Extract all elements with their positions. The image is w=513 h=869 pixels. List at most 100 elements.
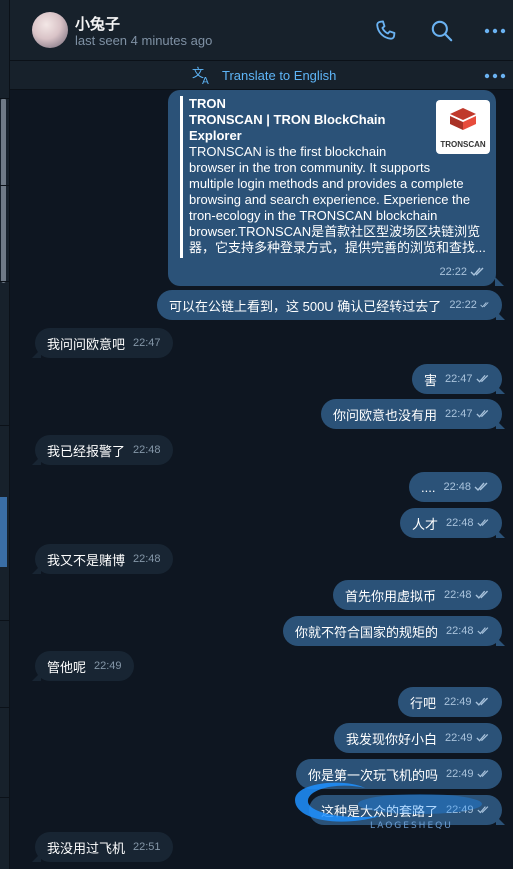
message-text: 你问欧意也没有用 <box>333 407 438 423</box>
link-preview[interactable]: TRON TRONSCAN | TRON BlockChain Explorer… <box>180 96 490 258</box>
message-text: 首先你用虚拟币 <box>345 588 437 604</box>
translate-icon[interactable]: 文 A <box>191 64 213 86</box>
outgoing-message[interactable]: 你问欧意也没有用 22:47 <box>321 399 502 429</box>
contact-name[interactable]: 小兔子 <box>75 13 120 34</box>
divider <box>0 797 9 798</box>
message-text: 你就不符合国家的规矩的 <box>295 624 439 640</box>
translate-bar: 文 A Translate to English <box>10 61 513 90</box>
outgoing-message[interactable]: 这种是大众的套路了 22:49 <box>309 795 502 825</box>
outgoing-message[interactable]: 害 22:47 <box>412 364 502 394</box>
message-time: 22:22 <box>449 299 477 311</box>
outgoing-message[interactable]: 首先你用虚拟币 22:48 <box>333 580 502 610</box>
divider <box>0 620 9 621</box>
scrollbar-thumb[interactable] <box>1 98 6 283</box>
message-time: 22:48 <box>133 444 161 456</box>
message-time: 22:49 <box>445 732 473 744</box>
message-text: 行吧 <box>410 695 437 711</box>
message-time: 22:48 <box>446 625 474 637</box>
message-text: 可以在公链上看到，这 500U 确认已经转过去了 <box>169 298 442 314</box>
bubble-tail <box>495 277 504 286</box>
preview-description-line: multiple login methods and provides a co… <box>189 176 464 191</box>
svg-text:A: A <box>202 76 209 86</box>
incoming-message[interactable]: 管他呢 22:49 <box>35 651 134 681</box>
bubble-tail <box>496 816 505 825</box>
bubble-tail <box>32 565 41 574</box>
more-icon[interactable] <box>482 18 508 44</box>
double-check-icon <box>476 806 488 814</box>
preview-thumbnail-label: TRONSCAN <box>440 140 486 149</box>
preview-description-line: TRONSCAN is the first blockchain <box>189 144 387 159</box>
message-time: 22:49 <box>446 768 474 780</box>
double-check-icon <box>475 697 488 706</box>
bubble-tail <box>496 311 505 320</box>
divider <box>0 98 9 99</box>
message-text: 我已经报警了 <box>47 443 126 459</box>
message-time: 22:22 <box>439 266 467 278</box>
message-time: 22:48 <box>446 517 474 529</box>
message-time: 22:49 <box>94 660 122 672</box>
message-time: 22:48 <box>443 481 471 493</box>
outgoing-message[interactable]: .... 22:48 <box>409 472 502 502</box>
message-text: 我问问欧意吧 <box>47 336 126 352</box>
double-check-icon <box>476 733 488 742</box>
preview-description-line: browser.TRONSCAN是首款社区型波场区块链浏览 <box>189 224 481 239</box>
avatar[interactable] <box>32 12 68 48</box>
double-check-icon <box>476 770 488 778</box>
message-text: 人才 <box>412 516 439 532</box>
phone-icon[interactable] <box>373 18 399 44</box>
double-check-icon <box>470 267 484 277</box>
message-time: 22:48 <box>133 553 161 565</box>
outgoing-message[interactable]: 行吧 22:49 <box>398 687 502 717</box>
bubble-tail <box>32 456 41 465</box>
message-text: 我又不是赌博 <box>47 552 126 568</box>
message-time: 22:47 <box>445 373 473 385</box>
preview-description-line: tron-ecology in the TRONSCAN blockchain <box>189 208 438 223</box>
outgoing-message[interactable]: 你就不符合国家的规矩的 22:48 <box>283 616 502 646</box>
bubble-tail <box>32 349 41 358</box>
preview-thumbnail[interactable]: TRONSCAN <box>436 100 490 154</box>
message-text: 我没用过飞机 <box>47 840 126 856</box>
translate-button[interactable]: Translate to English <box>222 68 336 83</box>
selected-chat-indicator <box>0 497 7 567</box>
bubble-tail <box>496 420 505 429</box>
divider <box>0 707 9 708</box>
divider <box>0 185 9 186</box>
outgoing-message[interactable]: 你是第一次玩飞机的吗 22:49 <box>296 759 502 789</box>
message-text: 我发现你好小白 <box>346 731 438 747</box>
outgoing-message[interactable]: 人才 22:48 <box>400 508 502 538</box>
search-icon[interactable] <box>429 18 455 44</box>
preview-description-line: 器，它支持多种登录方式，提供完善的浏览和查找... <box>189 240 486 255</box>
double-check-icon <box>476 409 488 418</box>
message-time: 22:49 <box>444 696 472 708</box>
incoming-message[interactable]: 我没用过飞机 22:51 <box>35 832 173 862</box>
double-check-icon <box>476 374 488 383</box>
incoming-message[interactable]: 我问问欧意吧 22:47 <box>35 328 173 358</box>
double-check-icon <box>476 627 488 635</box>
incoming-message[interactable]: 我已经报警了 22:48 <box>35 435 173 465</box>
message-text: 这种是大众的套路了 <box>321 803 439 819</box>
divider <box>0 281 9 282</box>
message-text: 害 <box>424 372 438 388</box>
message-time: 22:49 <box>446 804 474 816</box>
message-text: 管他呢 <box>47 659 87 675</box>
link-preview-message[interactable]: TRON TRONSCAN | TRON BlockChain Explorer… <box>168 90 496 286</box>
preview-title: TRONSCAN | TRON BlockChain Explorer <box>189 112 386 143</box>
outgoing-message[interactable]: 可以在公链上看到，这 500U 确认已经转过去了 22:22 <box>157 290 502 320</box>
message-time: 22:47 <box>133 337 161 349</box>
message-meta: 22:22 <box>431 266 486 278</box>
bubble-tail <box>32 853 41 862</box>
message-time: 22:48 <box>444 589 472 601</box>
incoming-message[interactable]: 我又不是赌博 22:48 <box>35 544 173 574</box>
outgoing-message[interactable]: 我发现你好小白 22:49 <box>334 723 502 753</box>
bubble-tail <box>496 529 505 538</box>
bubble-tail <box>496 637 505 646</box>
message-text: .... <box>421 479 436 495</box>
tronscan-logo-icon <box>450 108 476 130</box>
double-check-icon <box>476 519 488 527</box>
chat-header: 小兔子 last seen 4 minutes ago <box>10 0 513 61</box>
double-check-icon <box>480 302 489 308</box>
bubble-tail <box>32 672 41 681</box>
preview-description-line: browser in the tron community. It suppor… <box>189 160 431 175</box>
more-icon[interactable] <box>482 63 508 89</box>
double-check-icon <box>475 590 488 599</box>
